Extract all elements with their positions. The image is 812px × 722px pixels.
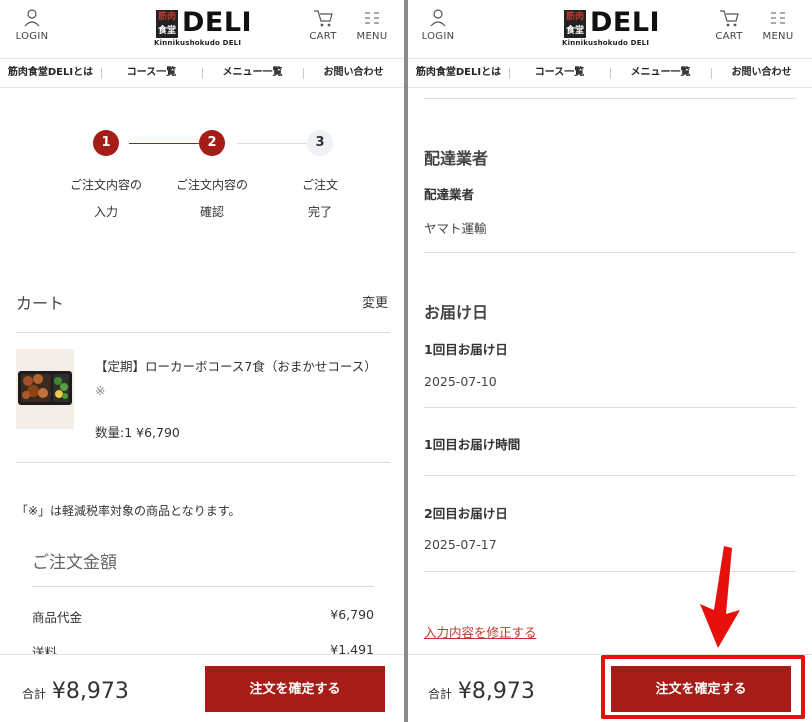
site-logo[interactable]: 筋肉 食堂 DELI Kinnikushokudo DELI — [150, 7, 260, 50]
second-delivery-date-value: 2025-07-17 — [424, 537, 497, 552]
second-delivery-date-label: 2回目お届け日 — [424, 506, 508, 521]
summary-label: 商品代金 — [32, 610, 83, 625]
step-1-label-line1: ご注文内容の — [69, 178, 142, 192]
login-label: LOGIN — [421, 31, 455, 42]
step-1-label-line2: 入力 — [93, 205, 118, 219]
cart-change-link[interactable]: 変更 — [362, 292, 388, 311]
reduced-tax-note: 「※」は軽減税率対象の商品となります。 — [16, 504, 241, 518]
total-value: ¥8,973 — [51, 679, 129, 704]
total-label: 合計 — [22, 687, 47, 701]
product-reduced-tax-mark: ※ — [95, 383, 106, 398]
order-progress-steps: 1 2 3 ご注文内容の 入力 ご注文内容の 確認 ご注文 完了 — [60, 130, 360, 230]
product-title: 【定期】ローカーボコース7食（おまかせコース） — [95, 359, 377, 374]
step-1-number: 1 — [93, 130, 119, 156]
step-2-label: ご注文内容の 確認 — [162, 172, 262, 226]
first-delivery-date-label: 1回目お届け日 — [424, 342, 508, 357]
delivery-heading: お届け日 — [424, 303, 489, 322]
divider — [16, 462, 390, 463]
confirm-order-button[interactable]: 注文を確定する — [205, 666, 385, 712]
global-nav: 筋肉食堂DELIとは コース一覧 メニュー一覧 お問い合わせ — [0, 58, 404, 88]
divider — [32, 586, 374, 587]
product-quantity-price: 数量:1 ¥6,790 — [95, 425, 180, 440]
site-header: LOGIN 筋肉 食堂 DELI Kinnikushokudo DELI CAR… — [408, 0, 812, 58]
nav-item-courses[interactable]: コース一覧 — [101, 59, 202, 87]
nav-item-about[interactable]: 筋肉食堂DELIとは — [408, 59, 509, 87]
cart-title: カート — [16, 294, 65, 313]
bento-box-image — [16, 349, 74, 429]
user-icon — [430, 9, 446, 27]
logo-text: DELI — [182, 7, 253, 38]
cart-button[interactable]: CART — [303, 8, 343, 42]
first-delivery-time-label: 1回目お届け時間 — [424, 437, 521, 452]
summary-row-subtotal: 商品代金 ¥6,790 — [32, 607, 374, 626]
order-confirm-screen-right: LOGIN 筋肉 食堂 DELI Kinnikushokudo DELI CAR… — [408, 0, 812, 722]
logo-text: DELI — [590, 7, 661, 38]
user-icon — [24, 9, 40, 27]
first-delivery-date-value: 2025-07-10 — [424, 374, 497, 389]
carrier-value: ヤマト運輸 — [424, 221, 487, 236]
step-2-label-line1: ご注文内容の — [175, 178, 248, 192]
login-label: LOGIN — [15, 31, 49, 42]
step-2-number: 2 — [199, 130, 225, 156]
product-image — [16, 349, 74, 429]
step-3-number: 3 — [307, 130, 333, 156]
summary-value: ¥6,790 — [330, 607, 374, 622]
logo-mark-bottom: 食堂 — [157, 26, 176, 36]
total-value: ¥8,973 — [457, 679, 535, 704]
step-1-label: ご注文内容の 入力 — [56, 172, 156, 226]
logo-mark-top: 筋肉 — [157, 12, 176, 22]
step-2-label-line2: 確認 — [199, 205, 224, 219]
confirm-button-highlight — [601, 655, 805, 719]
divider — [424, 252, 796, 253]
menu-icon — [771, 12, 785, 24]
step-3-label: ご注文 完了 — [270, 172, 370, 226]
edit-input-link[interactable]: 入力内容を修正する — [424, 622, 537, 641]
order-total: 合計 ¥8,973 — [428, 679, 535, 704]
site-header: LOGIN 筋肉 食堂 DELI Kinnikushokudo DELI CAR… — [0, 0, 404, 58]
logo-subtitle: Kinnikushokudo DELI — [154, 39, 242, 47]
cart-label: CART — [309, 31, 337, 42]
login-button[interactable]: LOGIN — [418, 8, 458, 42]
divider — [16, 332, 390, 333]
step-3-label-line2: 完了 — [307, 205, 332, 219]
cart-button[interactable]: CART — [709, 8, 749, 42]
divider — [424, 98, 796, 99]
logo-subtitle: Kinnikushokudo DELI — [562, 39, 650, 47]
order-total: 合計 ¥8,973 — [22, 679, 129, 704]
logo-mark: 筋肉 食堂 — [564, 10, 586, 38]
logo-mark-top: 筋肉 — [565, 12, 584, 22]
nav-item-about[interactable]: 筋肉食堂DELIとは — [0, 59, 101, 87]
menu-icon — [365, 12, 379, 24]
cart-icon — [314, 10, 333, 27]
nav-item-menu[interactable]: メニュー一覧 — [610, 59, 711, 87]
login-button[interactable]: LOGIN — [12, 8, 52, 42]
divider — [424, 407, 796, 408]
order-amount-title: ご注文金額 — [32, 553, 117, 573]
step-connector-1 — [129, 143, 199, 144]
carrier-heading: 配達業者 — [424, 149, 489, 168]
nav-item-contact[interactable]: お問い合わせ — [303, 59, 404, 87]
menu-label: MENU — [356, 31, 388, 42]
site-logo[interactable]: 筋肉 食堂 DELI Kinnikushokudo DELI — [558, 7, 668, 50]
step-connector-2 — [237, 143, 307, 144]
cart-icon — [720, 10, 739, 27]
menu-button[interactable]: MENU — [758, 8, 798, 42]
logo-mark-bottom: 食堂 — [565, 26, 584, 36]
carrier-label: 配達業者 — [424, 187, 475, 202]
divider — [424, 475, 796, 476]
order-confirm-screen-left: LOGIN 筋肉 食堂 DELI Kinnikushokudo DELI CAR… — [0, 0, 404, 722]
logo-mark: 筋肉 食堂 — [156, 10, 178, 38]
menu-button[interactable]: MENU — [352, 8, 392, 42]
cart-label: CART — [715, 31, 743, 42]
nav-item-contact[interactable]: お問い合わせ — [711, 59, 812, 87]
nav-item-courses[interactable]: コース一覧 — [509, 59, 610, 87]
global-nav: 筋肉食堂DELIとは コース一覧 メニュー一覧 お問い合わせ — [408, 58, 812, 88]
nav-item-menu[interactable]: メニュー一覧 — [202, 59, 303, 87]
menu-label: MENU — [762, 31, 794, 42]
total-label: 合計 — [428, 687, 453, 701]
step-3-label-line1: ご注文 — [301, 178, 338, 192]
sticky-footer: 合計 ¥8,973 注文を確定する — [0, 654, 404, 722]
product-name: 【定期】ローカーボコース7食（おまかせコース） ※ — [95, 355, 385, 403]
down-arrow-icon — [700, 546, 740, 648]
